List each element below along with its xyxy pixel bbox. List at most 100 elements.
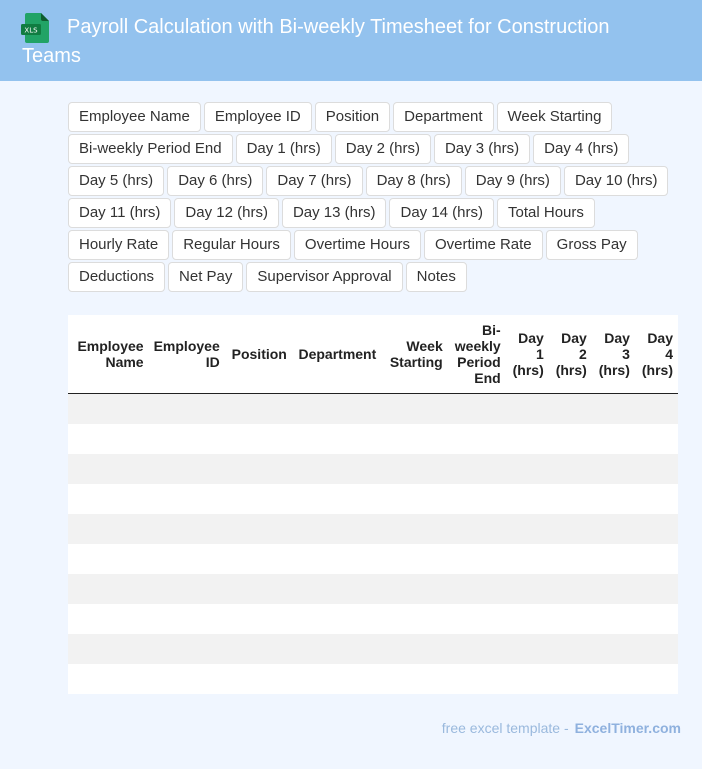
table-cell[interactable] bbox=[381, 573, 448, 604]
table-cell[interactable] bbox=[381, 633, 448, 664]
table-cell[interactable] bbox=[291, 573, 382, 604]
table-cell[interactable] bbox=[447, 663, 506, 694]
table-cell[interactable] bbox=[591, 633, 635, 664]
table-cell[interactable] bbox=[224, 393, 292, 424]
table-cell[interactable] bbox=[634, 663, 678, 694]
table-cell[interactable] bbox=[548, 393, 592, 424]
table-cell[interactable] bbox=[591, 543, 635, 574]
field-chip[interactable]: Day 14 (hrs) bbox=[389, 198, 495, 228]
table-cell[interactable] bbox=[447, 423, 506, 454]
table-cell[interactable] bbox=[591, 423, 635, 454]
table-cell[interactable] bbox=[505, 603, 549, 634]
table-cell[interactable] bbox=[291, 663, 382, 694]
field-chip[interactable]: Week Starting bbox=[496, 102, 613, 132]
field-chip[interactable]: Overtime Rate bbox=[423, 230, 543, 260]
table-cell[interactable] bbox=[68, 573, 149, 604]
table-cell[interactable] bbox=[634, 573, 678, 604]
field-chip[interactable]: Day 13 (hrs) bbox=[281, 198, 387, 228]
field-chip[interactable]: Day 2 (hrs) bbox=[334, 134, 431, 164]
table-cell[interactable] bbox=[505, 633, 549, 664]
table-cell[interactable] bbox=[548, 543, 592, 574]
table-cell[interactable] bbox=[381, 423, 448, 454]
field-chip[interactable]: Day 5 (hrs) bbox=[68, 166, 165, 196]
table-cell[interactable] bbox=[634, 513, 678, 544]
table-cell[interactable] bbox=[224, 603, 292, 634]
table-cell[interactable] bbox=[548, 483, 592, 514]
table-cell[interactable] bbox=[591, 483, 635, 514]
table-cell[interactable] bbox=[634, 453, 678, 484]
table-cell[interactable] bbox=[148, 573, 225, 604]
table-cell[interactable] bbox=[148, 513, 225, 544]
table-cell[interactable] bbox=[548, 663, 592, 694]
field-chip[interactable]: Overtime Hours bbox=[293, 230, 421, 260]
field-chip[interactable]: Department bbox=[393, 102, 494, 132]
table-cell[interactable] bbox=[68, 453, 149, 484]
table-cell[interactable] bbox=[224, 513, 292, 544]
table-cell[interactable] bbox=[505, 663, 549, 694]
table-cell[interactable] bbox=[291, 453, 382, 484]
table-cell[interactable] bbox=[634, 633, 678, 664]
field-chip[interactable]: Day 4 (hrs) bbox=[533, 134, 630, 164]
field-chip[interactable]: Day 9 (hrs) bbox=[464, 166, 561, 196]
table-cell[interactable] bbox=[591, 663, 635, 694]
table-cell[interactable] bbox=[291, 483, 382, 514]
field-chip[interactable]: Deductions bbox=[68, 262, 166, 292]
table-cell[interactable] bbox=[148, 633, 225, 664]
field-chip[interactable]: Position bbox=[314, 102, 391, 132]
field-chip[interactable]: Regular Hours bbox=[172, 230, 291, 260]
table-cell[interactable] bbox=[291, 423, 382, 454]
table-cell[interactable] bbox=[447, 573, 506, 604]
field-chip[interactable]: Total Hours bbox=[497, 198, 595, 228]
table-cell[interactable] bbox=[447, 453, 506, 484]
field-chip[interactable]: Day 1 (hrs) bbox=[235, 134, 332, 164]
table-cell[interactable] bbox=[505, 423, 549, 454]
field-chip[interactable]: Hourly Rate bbox=[68, 230, 170, 260]
field-chip[interactable]: Day 12 (hrs) bbox=[174, 198, 279, 228]
table-cell[interactable] bbox=[381, 393, 448, 424]
table-cell[interactable] bbox=[505, 453, 549, 484]
table-cell[interactable] bbox=[224, 453, 292, 484]
table-cell[interactable] bbox=[148, 423, 225, 454]
field-chip[interactable]: Net Pay bbox=[168, 262, 244, 292]
field-chip[interactable]: Day 11 (hrs) bbox=[68, 198, 172, 228]
table-cell[interactable] bbox=[291, 393, 382, 424]
table-cell[interactable] bbox=[634, 393, 678, 424]
table-cell[interactable] bbox=[634, 543, 678, 574]
table-cell[interactable] bbox=[447, 633, 506, 664]
field-chip[interactable]: Bi-weekly Period End bbox=[68, 134, 233, 164]
table-cell[interactable] bbox=[548, 423, 592, 454]
table-cell[interactable] bbox=[224, 663, 292, 694]
field-chip[interactable]: Notes bbox=[405, 262, 467, 292]
table-cell[interactable] bbox=[68, 543, 149, 574]
table-cell[interactable] bbox=[148, 663, 225, 694]
table-cell[interactable] bbox=[148, 453, 225, 484]
table-cell[interactable] bbox=[447, 543, 506, 574]
table-cell[interactable] bbox=[224, 573, 292, 604]
table-cell[interactable] bbox=[68, 633, 149, 664]
field-chip[interactable]: Employee Name bbox=[68, 102, 201, 132]
table-cell[interactable] bbox=[591, 513, 635, 544]
table-cell[interactable] bbox=[447, 603, 506, 634]
table-cell[interactable] bbox=[381, 663, 448, 694]
table-cell[interactable] bbox=[68, 393, 149, 424]
field-chip[interactable]: Supervisor Approval bbox=[246, 262, 403, 292]
table-cell[interactable] bbox=[224, 633, 292, 664]
table-cell[interactable] bbox=[381, 483, 448, 514]
table-cell[interactable] bbox=[148, 393, 225, 424]
table-cell[interactable] bbox=[505, 483, 549, 514]
field-chip[interactable]: Day 6 (hrs) bbox=[167, 166, 264, 196]
table-cell[interactable] bbox=[634, 483, 678, 514]
field-chip[interactable]: Day 10 (hrs) bbox=[563, 166, 669, 196]
table-cell[interactable] bbox=[291, 633, 382, 664]
table-cell[interactable] bbox=[291, 513, 382, 544]
table-cell[interactable] bbox=[591, 603, 635, 634]
table-cell[interactable] bbox=[548, 573, 592, 604]
table-cell[interactable] bbox=[68, 663, 149, 694]
table-cell[interactable] bbox=[68, 423, 149, 454]
table-cell[interactable] bbox=[381, 453, 448, 484]
field-chip[interactable]: Day 7 (hrs) bbox=[266, 166, 363, 196]
table-cell[interactable] bbox=[381, 513, 448, 544]
field-chip[interactable]: Gross Pay bbox=[545, 230, 638, 260]
table-cell[interactable] bbox=[148, 603, 225, 634]
table-cell[interactable] bbox=[505, 543, 549, 574]
